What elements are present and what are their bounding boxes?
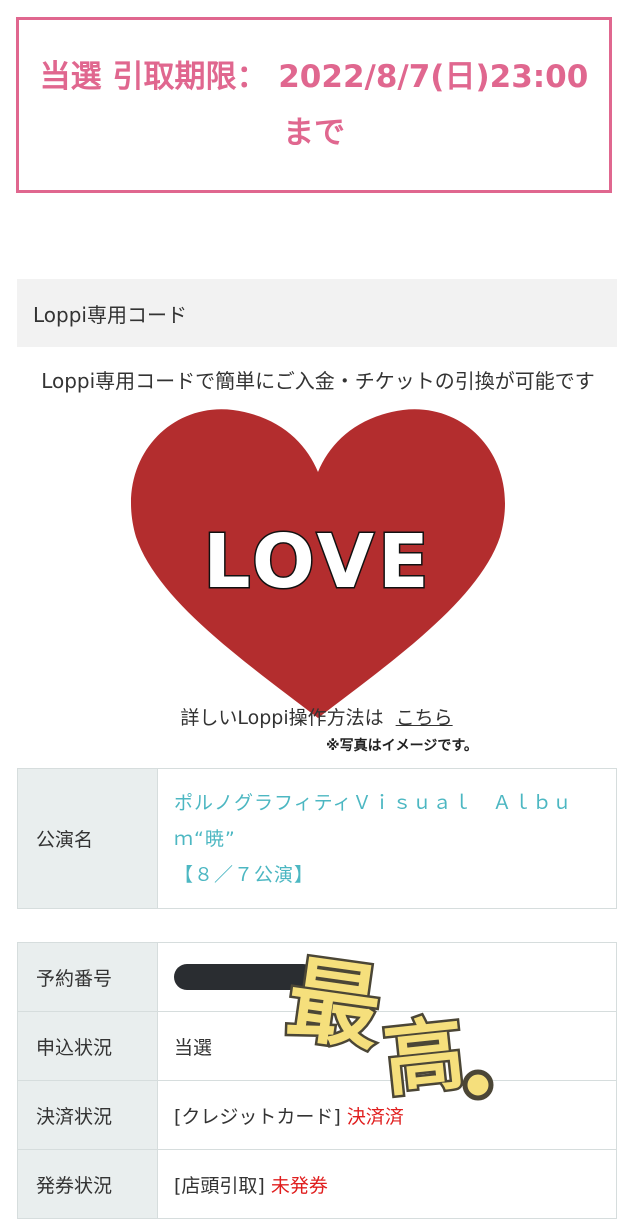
loppi-code-title: Loppi専用コード: [33, 302, 187, 327]
saikou-char-1: 最: [281, 945, 387, 1064]
notice-deadline-text: 当選 引取期限： 2022/8/7(日)23:00: [39, 59, 589, 95]
loppi-description: Loppi専用コードで簡単にご入金・チケットの引換が可能です: [41, 369, 595, 393]
ticket-status-cell: [店頭引取] 未発券: [157, 1149, 617, 1219]
table-row: 公演名 ポルノグラフィティＶｉｓｕａｌ Ａｌｂｕ ｍ“暁” 【８／７公演】: [17, 768, 617, 909]
reservation-number-label: 予約番号: [17, 942, 158, 1012]
love-text: LOVE: [203, 519, 432, 605]
loppi-howto-line: 詳しいLoppi操作方法は こちら: [0, 703, 633, 730]
ticket-status: 未発券: [270, 1174, 328, 1197]
photo-note: ※写真はイメージです。: [326, 738, 478, 754]
show-name-cell: ポルノグラフィティＶｉｓｕａｌ Ａｌｂｕ ｍ“暁” 【８／７公演】: [157, 768, 617, 909]
howto-text: 詳しいLoppi操作方法は: [180, 707, 384, 729]
show-info-table: 公演名 ポルノグラフィティＶｉｓｕａｌ Ａｌｂｕ ｍ“暁” 【８／７公演】: [17, 768, 617, 909]
saikou-sticker-art: 最 高: [278, 943, 494, 1110]
howto-link[interactable]: こちら: [396, 707, 453, 729]
loppi-code-header: Loppi専用コード: [17, 279, 617, 347]
payment-status-label: 決済状況: [17, 1080, 158, 1150]
show-name-line1[interactable]: ポルノグラフィティＶｉｓｕａｌ Ａｌｂｕ: [174, 785, 615, 821]
lottery-result-notice: 当選 引取期限： 2022/8/7(日)23:00 まで: [16, 17, 612, 193]
show-name-line2[interactable]: ｍ“暁”: [174, 821, 615, 857]
ticket-method: [店頭引取]: [174, 1174, 265, 1197]
ticket-status-label: 発券状況: [17, 1149, 158, 1219]
table-row: 発券状況 [店頭引取] 未発券: [17, 1149, 617, 1219]
show-date[interactable]: 【８／７公演】: [174, 857, 615, 893]
heart-icon: LOVE: [131, 409, 505, 718]
show-name-label: 公演名: [17, 768, 158, 909]
notice-deadline-suffix: まで: [283, 115, 345, 151]
saikou-period: [462, 1069, 494, 1101]
application-status-label: 申込状況: [17, 1011, 158, 1081]
saikou-char-2: 高: [380, 1007, 469, 1108]
saikou-sticker: 最 高: [278, 943, 510, 1110]
love-heart-sticker: LOVE: [128, 402, 508, 724]
